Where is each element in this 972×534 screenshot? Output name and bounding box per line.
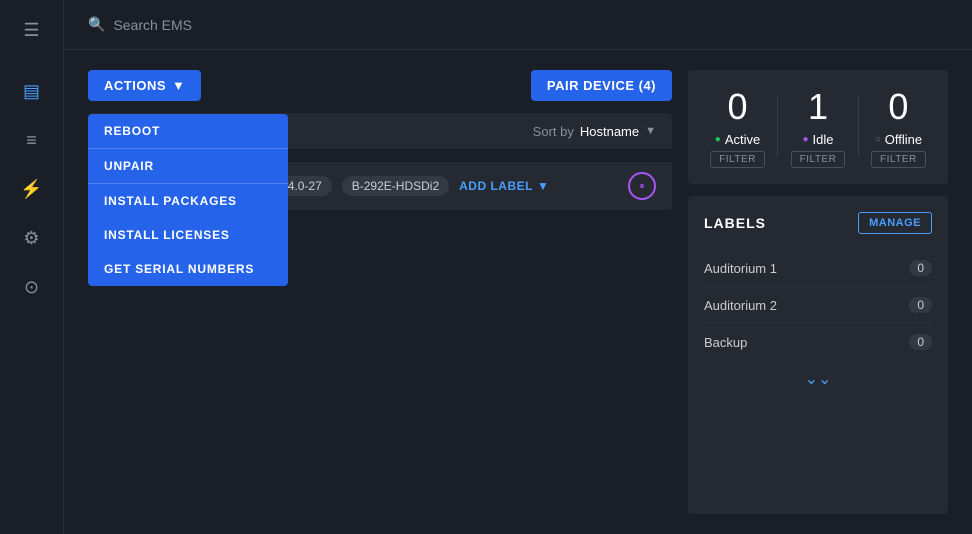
dropdown-get-serial[interactable]: GET SERIAL NUMBERS <box>88 252 288 286</box>
settings-icon[interactable]: ⚙ <box>23 228 39 249</box>
add-label-text: ADD LABEL <box>459 179 533 193</box>
active-dot: ● <box>715 134 721 145</box>
actions-chevron: ▼ <box>172 78 185 93</box>
active-label-text: Active <box>725 132 760 147</box>
manage-labels-button[interactable]: MANAGE <box>858 212 932 234</box>
idle-label: ● Idle <box>802 132 833 147</box>
stats-icon[interactable]: ⚡ <box>20 179 42 200</box>
add-label-button[interactable]: ADD LABEL ▼ <box>459 179 549 193</box>
idle-label-text: Idle <box>813 132 834 147</box>
sort-value: Hostname <box>580 124 639 139</box>
main-content: 🔍 ACTIONS ▼ PAIR DEVICE (4) REBOOT UNPAI… <box>64 0 972 534</box>
content-area: ACTIONS ▼ PAIR DEVICE (4) REBOOT UNPAIR … <box>64 50 972 534</box>
support-icon[interactable]: ⊙ <box>24 277 39 298</box>
status-card: 0 ● Active FILTER 1 ● Idle FILTER <box>688 70 948 184</box>
label-row-backup: Backup 0 <box>704 324 932 361</box>
search-icon: 🔍 <box>88 16 105 33</box>
offline-label: ○ Offline <box>875 132 922 147</box>
devices-icon[interactable]: ▤ <box>23 81 40 102</box>
toolbar: ACTIONS ▼ PAIR DEVICE (4) <box>88 70 672 101</box>
label-name-backup: Backup <box>704 335 747 350</box>
offline-count: 0 <box>888 86 908 128</box>
search-input[interactable] <box>113 17 313 33</box>
status-active: 0 ● Active FILTER <box>710 86 765 168</box>
actions-button[interactable]: ACTIONS ▼ <box>88 70 201 101</box>
idle-filter-button[interactable]: FILTER <box>791 151 846 168</box>
search-bar: 🔍 <box>64 0 972 50</box>
dropdown-install-packages[interactable]: INSTALL PACKAGES <box>88 184 288 218</box>
offline-label-text: Offline <box>885 132 922 147</box>
labels-card: LABELS MANAGE Auditorium 1 0 Auditorium … <box>688 196 948 514</box>
hamburger-icon[interactable]: ☰ <box>23 20 39 41</box>
left-panel: ACTIONS ▼ PAIR DEVICE (4) REBOOT UNPAIR … <box>88 70 672 514</box>
device-id-tag: B-292E-HDSDi2 <box>342 176 449 196</box>
actions-dropdown: REBOOT UNPAIR INSTALL PACKAGES INSTALL L… <box>88 114 288 286</box>
dropdown-reboot[interactable]: REBOOT <box>88 114 288 149</box>
label-count-auditorium2: 0 <box>909 297 932 313</box>
dropdown-unpair[interactable]: UNPAIR <box>88 149 288 184</box>
idle-count: 1 <box>808 86 828 128</box>
labels-header: LABELS MANAGE <box>704 212 932 234</box>
actions-label: ACTIONS <box>104 78 166 93</box>
active-filter-button[interactable]: FILTER <box>710 151 765 168</box>
labels-list: Auditorium 1 0 Auditorium 2 0 Backup 0 <box>704 250 932 361</box>
label-count-auditorium1: 0 <box>909 260 932 276</box>
offline-dot: ○ <box>875 134 881 145</box>
analytics-icon[interactable]: ≡ <box>26 130 37 151</box>
right-panel: 0 ● Active FILTER 1 ● Idle FILTER <box>688 70 948 514</box>
active-count: 0 <box>728 86 748 128</box>
active-label: ● Active <box>715 132 760 147</box>
pair-device-button[interactable]: PAIR DEVICE (4) <box>531 70 672 101</box>
add-label-chevron: ▼ <box>537 179 549 193</box>
sidebar: ☰ ▤ ≡ ⚡ ⚙ ⊙ <box>0 0 64 534</box>
status-offline: 0 ○ Offline FILTER <box>871 86 926 168</box>
idle-dot: ● <box>802 134 808 145</box>
dropdown-install-licenses[interactable]: INSTALL LICENSES <box>88 218 288 252</box>
sort-control[interactable]: Sort by Hostname ▼ <box>533 124 656 139</box>
sort-label: Sort by <box>533 124 574 139</box>
scroll-down-indicator: ⌄⌄ <box>704 361 932 397</box>
label-row-auditorium1: Auditorium 1 0 <box>704 250 932 287</box>
label-row-auditorium2: Auditorium 2 0 <box>704 287 932 324</box>
status-divider-2 <box>858 97 859 157</box>
pause-icon[interactable]: ⏸ <box>628 172 656 200</box>
sort-chevron: ▼ <box>645 125 656 137</box>
label-name-auditorium1: Auditorium 1 <box>704 261 777 276</box>
status-idle: 1 ● Idle FILTER <box>791 86 846 168</box>
label-name-auditorium2: Auditorium 2 <box>704 298 777 313</box>
offline-filter-button[interactable]: FILTER <box>871 151 926 168</box>
label-count-backup: 0 <box>909 334 932 350</box>
labels-title: LABELS <box>704 215 766 231</box>
status-divider-1 <box>777 97 778 157</box>
